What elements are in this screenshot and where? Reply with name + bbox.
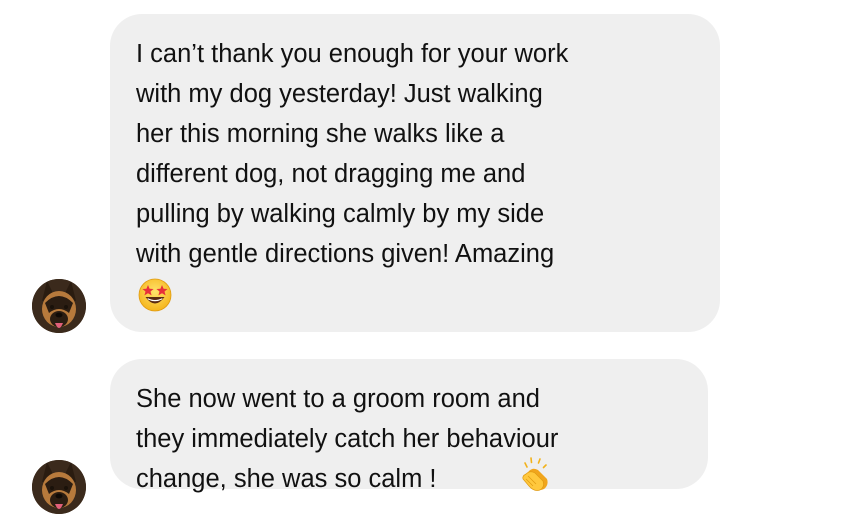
star-struck-emoji-icon [136,276,174,314]
clapping-hands-emoji-icon [516,455,554,493]
message-thread: I can’t thank you enough for your work w… [0,0,842,531]
dog-avatar[interactable] [32,279,86,333]
message-text: I can’t thank you enough for your work w… [136,40,569,268]
message-bubble[interactable]: I can’t thank you enough for your work w… [110,14,720,332]
dog-avatar[interactable] [32,460,86,514]
message-text: She now went to a groom room and they im… [136,385,559,493]
message-bubble[interactable]: She now went to a groom room and they im… [110,359,708,493]
